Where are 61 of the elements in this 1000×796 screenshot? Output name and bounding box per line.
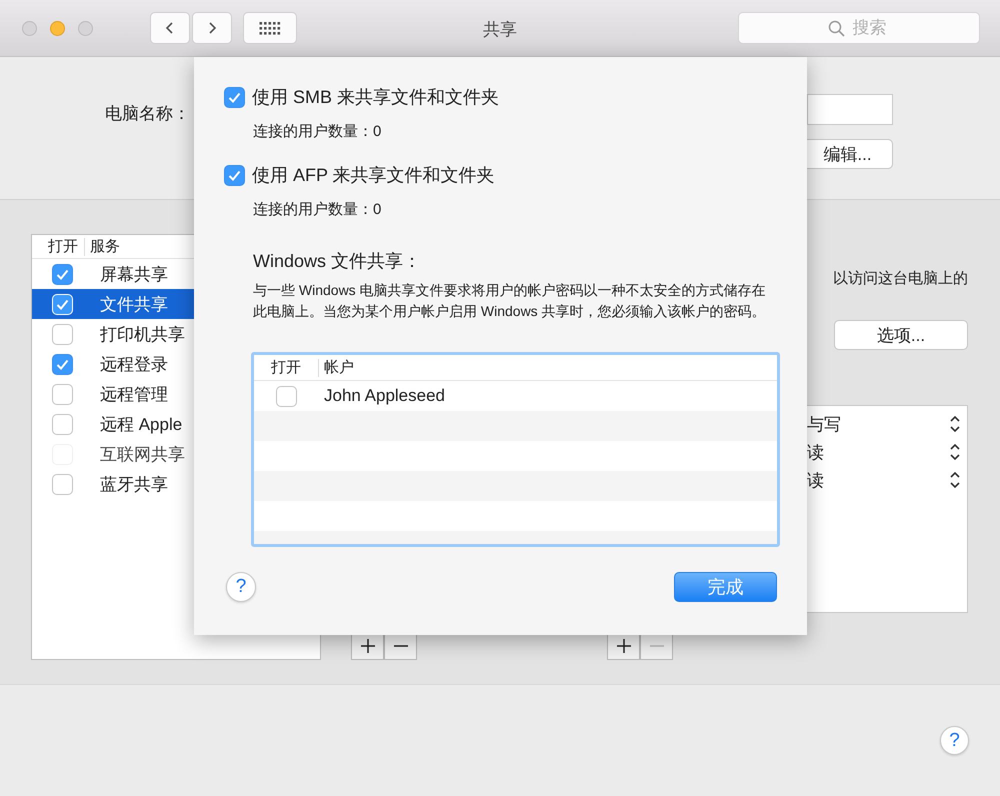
account-name: John Appleseed bbox=[324, 386, 445, 406]
column-header: 服务 bbox=[84, 238, 184, 256]
service-name: 远程 Apple bbox=[100, 414, 182, 436]
column-header: 帐户 bbox=[318, 358, 418, 376]
window-title: 共享 bbox=[483, 19, 517, 41]
help-button[interactable]: ? bbox=[940, 726, 969, 755]
option-label: 使用 AFP 来共享文件和文件夹 bbox=[252, 164, 495, 187]
minimize-button[interactable] bbox=[50, 20, 65, 36]
connected-users-count: 连接的用户数量：0 bbox=[253, 122, 382, 141]
service-name: 蓝牙共享 bbox=[100, 474, 168, 496]
access-note: 以访问这台电脑上的 bbox=[833, 269, 968, 288]
back-button[interactable] bbox=[150, 12, 190, 44]
plus-icon bbox=[616, 638, 632, 654]
search-field[interactable]: 搜索 bbox=[738, 12, 980, 44]
checkmark-icon bbox=[56, 298, 69, 310]
checkbox[interactable] bbox=[276, 386, 297, 406]
service-name: 文件共享 bbox=[100, 294, 168, 316]
checkbox[interactable] bbox=[52, 384, 73, 404]
service-name: 远程登录 bbox=[100, 354, 168, 376]
checkbox[interactable] bbox=[52, 414, 73, 434]
permission-value: 读 bbox=[807, 470, 824, 492]
options-button[interactable]: 选项... bbox=[834, 320, 968, 350]
forward-button[interactable] bbox=[192, 12, 232, 44]
stepper-icon[interactable] bbox=[949, 442, 961, 462]
checkbox[interactable] bbox=[52, 264, 73, 284]
close-button[interactable] bbox=[22, 20, 37, 36]
checkbox[interactable] bbox=[52, 324, 73, 344]
checkmark-icon bbox=[228, 170, 241, 180]
plus-icon bbox=[360, 638, 376, 654]
checkmark-icon bbox=[56, 268, 69, 280]
checkbox[interactable] bbox=[224, 86, 245, 108]
grid-view-button[interactable] bbox=[243, 12, 297, 44]
stepper-icon[interactable] bbox=[949, 470, 961, 490]
service-name: 屏幕共享 bbox=[100, 264, 168, 286]
section-title: Windows 文件共享： bbox=[253, 250, 422, 273]
service-name: 打印机共享 bbox=[100, 324, 185, 346]
computer-name-field[interactable] bbox=[807, 94, 893, 125]
stepper-icon[interactable] bbox=[949, 414, 961, 434]
help-button[interactable]: ? bbox=[226, 572, 256, 602]
grid-icon bbox=[259, 21, 281, 35]
service-name: 远程管理 bbox=[100, 384, 168, 406]
field-label: 电脑名称： bbox=[105, 103, 190, 125]
checkbox[interactable] bbox=[224, 164, 245, 186]
search-input[interactable]: 搜索 bbox=[850, 17, 890, 39]
column-header: 打开 bbox=[47, 238, 79, 256]
connected-users-count: 连接的用户数量：0 bbox=[253, 200, 382, 219]
minus-icon bbox=[648, 645, 664, 647]
search-icon bbox=[828, 20, 844, 36]
service-name: 互联网共享 bbox=[100, 444, 185, 466]
checkbox[interactable] bbox=[52, 474, 73, 494]
checkmark-icon bbox=[56, 358, 69, 370]
minus-icon bbox=[392, 645, 408, 647]
checkmark-icon bbox=[228, 92, 241, 102]
permission-value: 与写 bbox=[807, 414, 841, 436]
column-header: 打开 bbox=[270, 358, 302, 376]
chevron-left-icon bbox=[165, 21, 175, 35]
checkbox[interactable] bbox=[52, 354, 73, 374]
option-label: 使用 SMB 来共享文件和文件夹 bbox=[252, 86, 500, 109]
chevron-right-icon bbox=[207, 21, 217, 35]
zoom-button[interactable] bbox=[78, 20, 93, 36]
permission-value: 读 bbox=[807, 442, 824, 464]
